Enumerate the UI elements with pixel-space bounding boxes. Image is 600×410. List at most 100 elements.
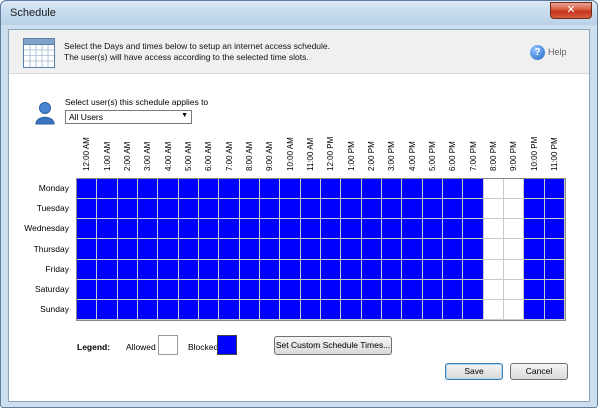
schedule-cell[interactable] [463,219,484,240]
schedule-cell[interactable] [77,179,98,200]
schedule-cell[interactable] [219,199,240,220]
schedule-cell[interactable] [117,179,138,200]
schedule-cell[interactable] [178,279,199,300]
schedule-cell[interactable] [97,199,118,220]
schedule-cell[interactable] [524,299,545,320]
schedule-cell[interactable] [483,219,504,240]
schedule-cell[interactable] [504,199,525,220]
schedule-cell[interactable] [361,199,382,220]
schedule-cell[interactable] [483,279,504,300]
schedule-cell[interactable] [361,299,382,320]
schedule-cell[interactable] [77,239,98,260]
schedule-cell[interactable] [544,219,565,240]
schedule-cell[interactable] [504,279,525,300]
schedule-cell[interactable] [483,199,504,220]
schedule-cell[interactable] [463,299,484,320]
schedule-cell[interactable] [483,259,504,280]
schedule-cell[interactable] [77,279,98,300]
schedule-cell[interactable] [524,179,545,200]
schedule-cell[interactable] [138,179,159,200]
title-bar[interactable]: Schedule ✕ [1,1,597,25]
schedule-cell[interactable] [463,279,484,300]
schedule-cell[interactable] [321,259,342,280]
schedule-cell[interactable] [117,239,138,260]
schedule-cell[interactable] [463,259,484,280]
schedule-cell[interactable] [382,199,403,220]
schedule-cell[interactable] [504,239,525,260]
schedule-cell[interactable] [280,299,301,320]
schedule-cell[interactable] [504,219,525,240]
schedule-cell[interactable] [300,199,321,220]
schedule-cell[interactable] [199,179,220,200]
schedule-cell[interactable] [77,259,98,280]
schedule-cell[interactable] [280,199,301,220]
schedule-cell[interactable] [422,199,443,220]
schedule-cell[interactable] [260,279,281,300]
schedule-cell[interactable] [117,259,138,280]
schedule-cell[interactable] [178,179,199,200]
schedule-cell[interactable] [239,259,260,280]
schedule-cell[interactable] [280,219,301,240]
schedule-cell[interactable] [544,239,565,260]
schedule-cell[interactable] [443,299,464,320]
schedule-cell[interactable] [138,259,159,280]
schedule-cell[interactable] [300,239,321,260]
schedule-grid[interactable] [76,178,566,321]
schedule-cell[interactable] [402,259,423,280]
schedule-cell[interactable] [239,239,260,260]
schedule-cell[interactable] [402,279,423,300]
cancel-button[interactable]: Cancel [510,363,568,380]
schedule-cell[interactable] [341,299,362,320]
schedule-cell[interactable] [138,219,159,240]
schedule-cell[interactable] [280,179,301,200]
schedule-cell[interactable] [341,219,362,240]
schedule-cell[interactable] [158,239,179,260]
schedule-cell[interactable] [483,179,504,200]
schedule-cell[interactable] [117,219,138,240]
schedule-cell[interactable] [260,199,281,220]
schedule-cell[interactable] [361,279,382,300]
schedule-cell[interactable] [260,219,281,240]
schedule-cell[interactable] [158,279,179,300]
schedule-cell[interactable] [117,199,138,220]
schedule-cell[interactable] [443,279,464,300]
custom-schedule-button[interactable]: Set Custom Schedule Times... [274,336,392,355]
schedule-cell[interactable] [524,259,545,280]
schedule-cell[interactable] [544,279,565,300]
schedule-cell[interactable] [321,239,342,260]
schedule-cell[interactable] [504,299,525,320]
schedule-cell[interactable] [178,219,199,240]
schedule-cell[interactable] [382,179,403,200]
schedule-cell[interactable] [443,219,464,240]
schedule-cell[interactable] [402,219,423,240]
schedule-cell[interactable] [178,199,199,220]
schedule-cell[interactable] [97,179,118,200]
schedule-cell[interactable] [219,259,240,280]
schedule-cell[interactable] [341,179,362,200]
schedule-cell[interactable] [443,239,464,260]
schedule-cell[interactable] [300,219,321,240]
schedule-cell[interactable] [77,299,98,320]
schedule-cell[interactable] [117,279,138,300]
schedule-cell[interactable] [199,279,220,300]
schedule-cell[interactable] [260,299,281,320]
schedule-cell[interactable] [361,259,382,280]
schedule-cell[interactable] [300,259,321,280]
schedule-cell[interactable] [422,219,443,240]
schedule-cell[interactable] [341,279,362,300]
schedule-cell[interactable] [361,219,382,240]
schedule-cell[interactable] [138,299,159,320]
schedule-cell[interactable] [504,259,525,280]
help-icon[interactable]: ? [530,45,545,60]
schedule-cell[interactable] [321,219,342,240]
schedule-cell[interactable] [463,179,484,200]
schedule-cell[interactable] [463,239,484,260]
schedule-cell[interactable] [239,179,260,200]
schedule-cell[interactable] [199,299,220,320]
schedule-cell[interactable] [524,219,545,240]
schedule-cell[interactable] [117,299,138,320]
schedule-cell[interactable] [219,239,240,260]
help-label[interactable]: Help [548,47,567,57]
schedule-cell[interactable] [382,279,403,300]
schedule-cell[interactable] [321,279,342,300]
